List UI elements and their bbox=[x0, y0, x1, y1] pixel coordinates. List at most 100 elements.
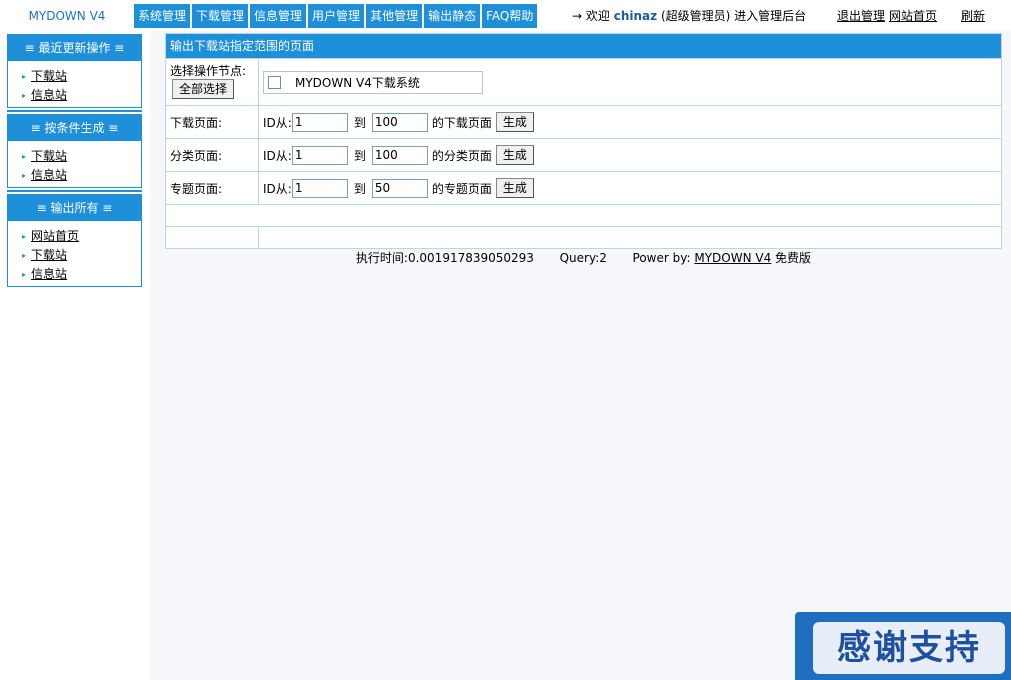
nav-user[interactable]: 用户管理 bbox=[308, 4, 365, 28]
generate-button[interactable]: 生成 bbox=[495, 145, 534, 165]
sidebar-section-all: ≡ 输出所有 ≡ ▸ 网站首页 ▸ 下载站 ▸ 信息站 bbox=[7, 194, 142, 287]
refresh-link[interactable]: 刷新 bbox=[961, 9, 985, 23]
row-controls: ID从: 到 的专题页面 生成 bbox=[259, 172, 1001, 204]
nav-system[interactable]: 系统管理 bbox=[134, 4, 191, 28]
exec-time: 执行时间:0.001917839050293 bbox=[355, 251, 534, 265]
query-count: Query:2 bbox=[559, 251, 607, 265]
empty-cell bbox=[259, 227, 1001, 248]
arrow-right-icon: ▸ bbox=[22, 91, 27, 100]
id-from-label: ID从: bbox=[263, 148, 292, 163]
sidebar-link-download[interactable]: 下载站 bbox=[31, 69, 67, 83]
thanks-banner[interactable]: 感谢支持 bbox=[795, 612, 1011, 680]
power-prefix: Power by: bbox=[632, 251, 691, 265]
sidebar-section-recent: ≡ 最近更新操作 ≡ ▸ 下载站 ▸ 信息站 bbox=[7, 34, 142, 108]
site-home-link[interactable]: 网站首页 bbox=[889, 9, 937, 23]
empty-cell bbox=[166, 205, 1001, 226]
node-label-cell: 选择操作节点: 全部选择 bbox=[166, 59, 259, 105]
sidebar-link-info[interactable]: 信息站 bbox=[31, 88, 67, 102]
row-label: 专题页面: bbox=[166, 172, 259, 204]
logout-link[interactable]: 退出管理 bbox=[837, 9, 885, 23]
power-link[interactable]: MYDOWN V4 bbox=[694, 251, 771, 265]
row-label: 下载页面: bbox=[166, 106, 259, 138]
id-from-input[interactable] bbox=[291, 145, 348, 165]
to-label: 到 bbox=[353, 181, 366, 196]
download-pages-row: 下载页面: ID从: 到 的下载页面 生成 bbox=[166, 105, 1001, 138]
id-from-input[interactable] bbox=[291, 178, 348, 198]
sidebar-item: ▸ 信息站 bbox=[22, 166, 141, 185]
category-pages-row: 分类页面: ID从: 到 的分类页面 生成 bbox=[166, 138, 1001, 171]
refresh-link-wrap: 刷新 bbox=[961, 4, 985, 28]
nav-other[interactable]: 其他管理 bbox=[366, 4, 423, 28]
select-all-button[interactable]: 全部选择 bbox=[172, 79, 235, 99]
sidebar-link-info[interactable]: 信息站 bbox=[31, 267, 67, 281]
sidebar-item: ▸ 下载站 bbox=[22, 147, 141, 166]
nav-info[interactable]: 信息管理 bbox=[250, 4, 307, 28]
to-label: 到 bbox=[353, 115, 366, 130]
power-suffix: 免费版 bbox=[775, 251, 812, 265]
empty-label-cell bbox=[166, 227, 259, 248]
topic-pages-row: 专题页面: ID从: 到 的专题页面 生成 bbox=[166, 171, 1001, 204]
arrow-right-icon: ▸ bbox=[22, 171, 27, 180]
id-from-input[interactable] bbox=[291, 112, 348, 132]
arrow-right-icon: ▸ bbox=[22, 72, 27, 81]
divider bbox=[7, 110, 142, 112]
node-name: MYDOWN V4下载系统 bbox=[295, 75, 420, 90]
node-option: MYDOWN V4下载系统 bbox=[263, 70, 483, 94]
site-home-link-wrap: 网站首页 bbox=[889, 4, 937, 28]
sidebar: ≡ 最近更新操作 ≡ ▸ 下载站 ▸ 信息站 ≡ 按条件生成 ≡ ▸ 下载站 ▸ 信息站… bbox=[0, 31, 150, 680]
id-to-input[interactable] bbox=[371, 145, 428, 165]
sidebar-section-title[interactable]: ≡ 最近更新操作 ≡ bbox=[8, 35, 141, 61]
app-logo: MYDOWN V4 bbox=[28, 9, 106, 23]
arrow-right-icon: ▸ bbox=[22, 232, 27, 241]
sidebar-link-download[interactable]: 下载站 bbox=[31, 149, 67, 163]
id-from-label: ID从: bbox=[263, 115, 292, 130]
sidebar-section-title[interactable]: ≡ 输出所有 ≡ bbox=[8, 195, 141, 221]
sidebar-link-info[interactable]: 信息站 bbox=[31, 168, 67, 182]
logout-link-wrap: 退出管理 bbox=[837, 4, 885, 28]
sidebar-item: ▸ 信息站 bbox=[22, 86, 141, 105]
generate-button[interactable]: 生成 bbox=[495, 178, 534, 198]
empty-row bbox=[166, 226, 1001, 248]
welcome-prefix: → 欢迎 bbox=[572, 9, 610, 23]
arrow-right-icon: ▸ bbox=[22, 270, 27, 279]
sidebar-link-download[interactable]: 下载站 bbox=[31, 248, 67, 262]
sidebar-link-home[interactable]: 网站首页 bbox=[31, 229, 79, 243]
sidebar-item: ▸ 信息站 bbox=[22, 265, 141, 284]
range-suffix: 的分类页面 bbox=[431, 148, 492, 163]
id-to-input[interactable] bbox=[371, 112, 428, 132]
empty-row bbox=[166, 204, 1001, 226]
id-to-input[interactable] bbox=[371, 178, 428, 198]
range-suffix: 的专题页面 bbox=[431, 181, 492, 196]
top-nav: 系统管理 下载管理 信息管理 用户管理 其他管理 输出静态 FAQ帮助 bbox=[134, 4, 539, 28]
node-cell: MYDOWN V4下载系统 bbox=[259, 59, 1001, 105]
row-label: 分类页面: bbox=[166, 139, 259, 171]
generate-button[interactable]: 生成 bbox=[495, 112, 534, 132]
panel-title: 输出下载站指定范围的页面 bbox=[166, 34, 1001, 58]
range-suffix: 的下载页面 bbox=[431, 115, 492, 130]
username: chinaz bbox=[613, 9, 658, 23]
id-from-label: ID从: bbox=[263, 181, 292, 196]
arrow-right-icon: ▸ bbox=[22, 152, 27, 161]
top-bar: MYDOWN V4 系统管理 下载管理 信息管理 用户管理 其他管理 输出静态 … bbox=[0, 0, 1011, 31]
row-controls: ID从: 到 的分类页面 生成 bbox=[259, 139, 1001, 171]
to-label: 到 bbox=[353, 148, 366, 163]
sidebar-item: ▸ 网站首页 bbox=[22, 227, 141, 246]
welcome-suffix: (超级管理员) 进入管理后台 bbox=[660, 9, 807, 23]
nav-download[interactable]: 下载管理 bbox=[192, 4, 249, 28]
arrow-right-icon: ▸ bbox=[22, 251, 27, 260]
row-controls: ID从: 到 的下载页面 生成 bbox=[259, 106, 1001, 138]
node-row: 选择操作节点: 全部选择 MYDOWN V4下载系统 bbox=[166, 58, 1001, 105]
nav-static[interactable]: 输出静态 bbox=[424, 4, 481, 28]
node-label: 选择操作节点: bbox=[170, 64, 247, 78]
nav-faq[interactable]: FAQ帮助 bbox=[482, 4, 538, 28]
sidebar-item: ▸ 下载站 bbox=[22, 67, 141, 86]
page-footer: 执行时间:0.001917839050293 Query:2 Power by:… bbox=[165, 250, 1002, 266]
divider bbox=[7, 190, 142, 192]
sidebar-item: ▸ 下载站 bbox=[22, 246, 141, 265]
node-checkbox[interactable] bbox=[268, 75, 281, 89]
output-panel: 输出下载站指定范围的页面 选择操作节点: 全部选择 MYDOWN V4下载系统 … bbox=[165, 33, 1002, 249]
welcome-text: → 欢迎 chinaz (超级管理员) 进入管理后台 bbox=[572, 4, 806, 28]
sidebar-section-title[interactable]: ≡ 按条件生成 ≡ bbox=[8, 115, 141, 141]
sidebar-section-condition: ≡ 按条件生成 ≡ ▸ 下载站 ▸ 信息站 bbox=[7, 114, 142, 188]
thanks-text: 感谢支持 bbox=[813, 622, 1005, 674]
